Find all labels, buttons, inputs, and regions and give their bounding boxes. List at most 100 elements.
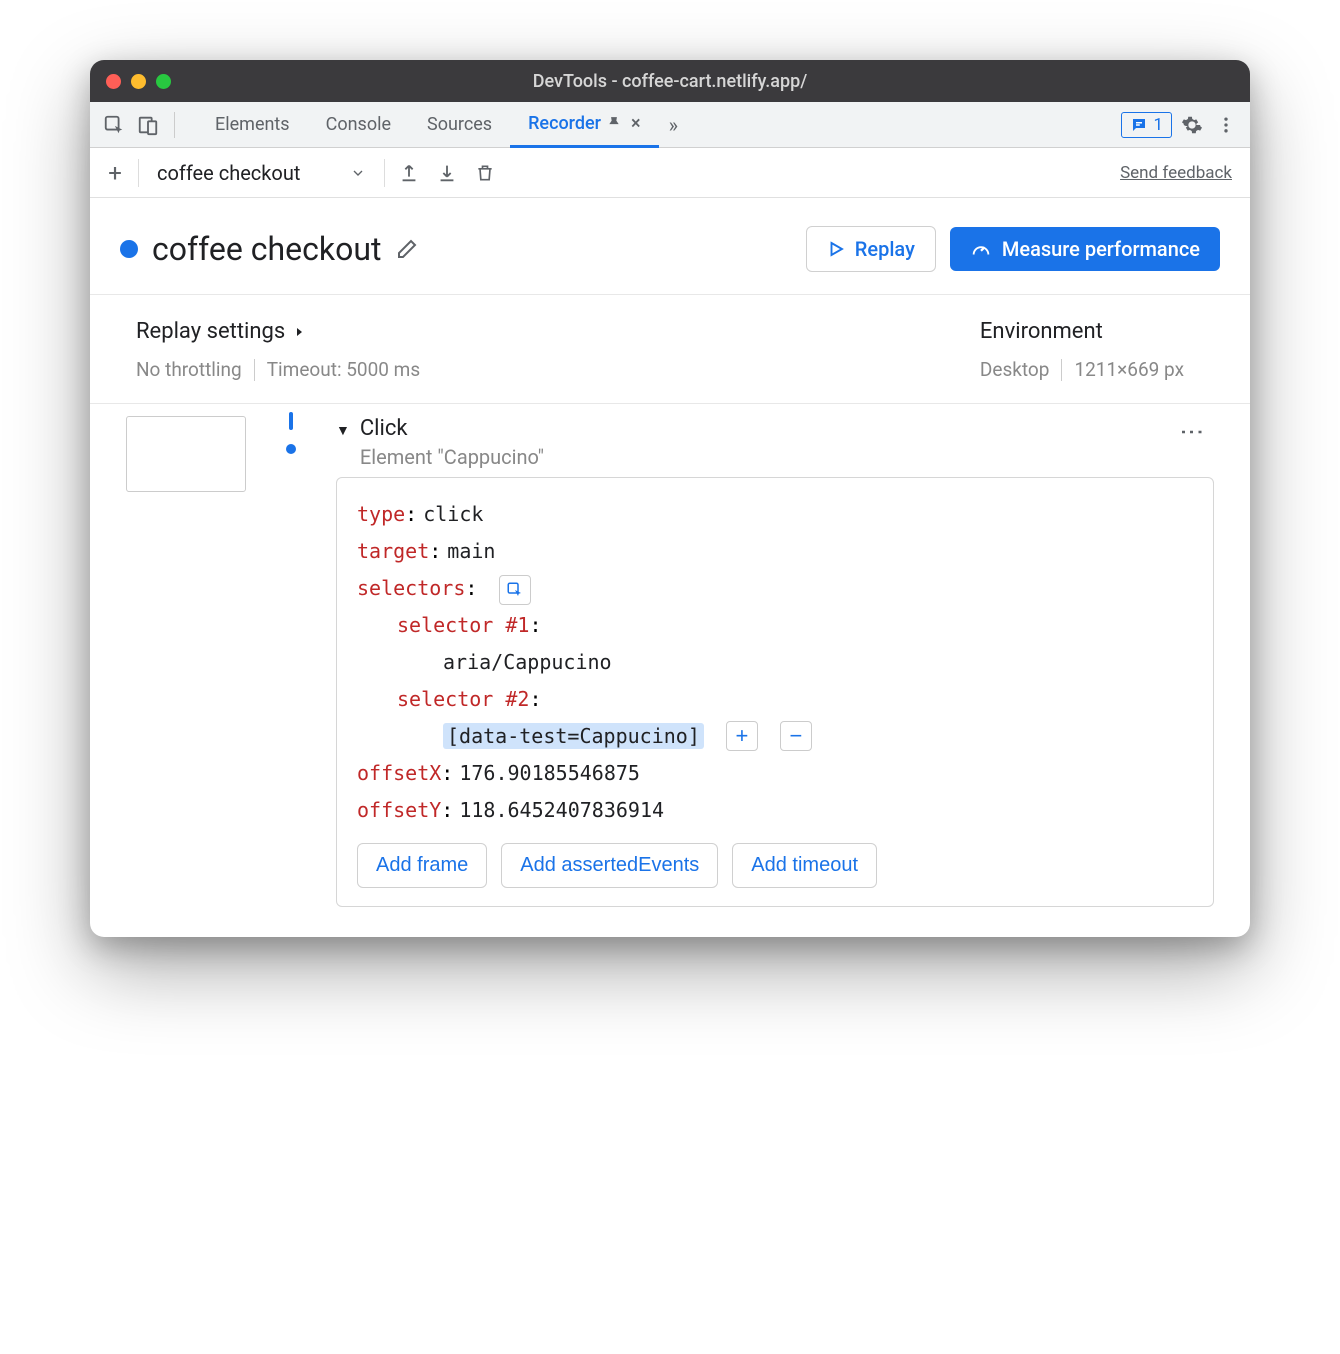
recording-toolbar: + coffee checkout Send feedback [90, 148, 1250, 198]
measure-performance-button[interactable]: Measure performance [950, 227, 1220, 271]
prop-selectors-key: selectors [357, 576, 465, 600]
inspect-element-icon[interactable] [100, 111, 128, 139]
panel-tabs: Elements Console Sources Recorder × » [197, 102, 688, 148]
step-detail-box: type:click target:main selectors: select… [336, 477, 1214, 907]
selector-2-val[interactable]: [data-test=Cappucino] [443, 723, 704, 749]
replay-settings-toggle[interactable]: Replay settings [136, 319, 420, 344]
prop-target[interactable]: target:main [357, 533, 1193, 570]
step-content: ▼ Click Element "Cappucino" ⋮ type:click… [336, 412, 1214, 907]
prop-type-val: click [423, 502, 483, 526]
step-title: Click [360, 416, 544, 441]
timeout-value: Timeout: 5000 ms [267, 358, 420, 381]
tab-elements[interactable]: Elements [197, 102, 308, 148]
divider [174, 112, 175, 138]
prop-type-key: type [357, 502, 405, 526]
add-selector-button[interactable]: + [726, 721, 758, 751]
screenshot-thumbnail[interactable] [126, 416, 246, 492]
prop-offsetx-key: offsetX [357, 761, 441, 785]
step-subtitle: Element "Cappucino" [360, 445, 544, 469]
selector-1-value-row[interactable]: aria/Cappucino [357, 644, 1193, 681]
selector-2-row[interactable]: selector #2: [357, 681, 1193, 718]
edit-title-icon[interactable] [395, 237, 419, 261]
send-feedback-link[interactable]: Send feedback [1120, 163, 1232, 183]
issues-count: 1 [1153, 115, 1163, 135]
marker-line [289, 412, 293, 430]
step-header[interactable]: ▼ Click Element "Cappucino" ⋮ [336, 412, 1214, 477]
settings-row: Replay settings No throttling Timeout: 5… [90, 295, 1250, 404]
minimize-window-button[interactable] [131, 74, 146, 89]
zoom-window-button[interactable] [156, 74, 171, 89]
more-tabs-button[interactable]: » [659, 102, 688, 148]
kebab-menu-icon[interactable] [1212, 111, 1240, 139]
environment-values: Desktop 1211×669 px [980, 358, 1184, 381]
recording-selector-value: coffee checkout [157, 161, 300, 185]
selector-2-value-row[interactable]: [data-test=Cappucino] + − [357, 718, 1193, 755]
step-menu-icon[interactable]: ⋮ [1170, 416, 1214, 448]
add-frame-button[interactable]: Add frame [357, 843, 487, 888]
divider [384, 159, 385, 187]
close-tab-icon[interactable]: × [631, 113, 641, 134]
selector-1-row[interactable]: selector #1: [357, 607, 1193, 644]
issues-icon [1130, 116, 1148, 134]
collapse-caret-icon[interactable]: ▼ [336, 422, 350, 439]
add-recording-button[interactable]: + [102, 160, 128, 186]
chevron-right-icon [293, 326, 305, 338]
add-asserted-events-button[interactable]: Add assertedEvents [501, 843, 718, 888]
recording-title: coffee checkout [152, 230, 381, 268]
prop-type[interactable]: type:click [357, 496, 1193, 533]
marker-dot [286, 444, 296, 454]
selector-1-key: selector #1 [397, 613, 529, 637]
divider [254, 359, 255, 381]
recording-header: coffee checkout Replay Measure performan… [90, 198, 1250, 295]
devtools-window: DevTools - coffee-cart.netlify.app/ Elem… [90, 60, 1250, 937]
steps-panel: ▼ Click Element "Cappucino" ⋮ type:click… [90, 404, 1250, 937]
prop-offsety-val: 118.6452407836914 [459, 798, 664, 822]
devtools-tab-toolbar: Elements Console Sources Recorder × » 1 [90, 102, 1250, 148]
prop-selectors: selectors: [357, 570, 1193, 607]
throttling-value: No throttling [136, 358, 242, 381]
play-icon [827, 240, 845, 258]
prop-offsetx-val: 176.90185546875 [459, 761, 640, 785]
recording-selector[interactable]: coffee checkout [149, 157, 374, 189]
prop-offsetx[interactable]: offsetX:176.90185546875 [357, 755, 1193, 792]
traffic-lights [106, 74, 171, 89]
prop-target-val: main [447, 539, 495, 563]
replay-settings: Replay settings No throttling Timeout: 5… [136, 319, 420, 381]
chevron-down-icon [350, 165, 366, 181]
element-picker-icon[interactable] [499, 575, 531, 605]
environment-settings: Environment Desktop 1211×669 px [980, 319, 1184, 381]
close-window-button[interactable] [106, 74, 121, 89]
recording-status-dot [120, 240, 138, 258]
selector-2-key: selector #2 [397, 687, 529, 711]
timeline [246, 412, 336, 907]
pin-icon [607, 116, 621, 130]
add-buttons-row: Add frame Add assertedEvents Add timeout [357, 843, 1193, 888]
remove-selector-button[interactable]: − [780, 721, 812, 751]
add-timeout-button[interactable]: Add timeout [732, 843, 877, 888]
prop-offsety[interactable]: offsetY:118.6452407836914 [357, 792, 1193, 829]
environment-label: Environment [980, 319, 1184, 344]
divider [138, 159, 139, 187]
tab-console[interactable]: Console [308, 102, 409, 148]
tab-recorder-label: Recorder [528, 113, 601, 134]
device-toolbar-icon[interactable] [134, 111, 162, 139]
timeline-marker [246, 412, 336, 454]
issues-badge[interactable]: 1 [1121, 112, 1172, 138]
window-title: DevTools - coffee-cart.netlify.app/ [533, 71, 808, 92]
env-device: Desktop [980, 358, 1050, 381]
replay-settings-values: No throttling Timeout: 5000 ms [136, 358, 420, 381]
prop-offsety-key: offsetY [357, 798, 441, 822]
divider [1061, 359, 1062, 381]
titlebar: DevTools - coffee-cart.netlify.app/ [90, 60, 1250, 102]
replay-button[interactable]: Replay [806, 226, 936, 272]
delete-icon[interactable] [471, 159, 499, 187]
env-dimensions: 1211×669 px [1074, 358, 1184, 381]
import-icon[interactable] [433, 159, 461, 187]
tab-sources[interactable]: Sources [409, 102, 510, 148]
export-icon[interactable] [395, 159, 423, 187]
tab-recorder[interactable]: Recorder × [510, 102, 659, 148]
measure-button-label: Measure performance [1002, 237, 1200, 261]
replay-button-label: Replay [855, 237, 915, 261]
replay-settings-label: Replay settings [136, 319, 285, 344]
settings-gear-icon[interactable] [1178, 111, 1206, 139]
